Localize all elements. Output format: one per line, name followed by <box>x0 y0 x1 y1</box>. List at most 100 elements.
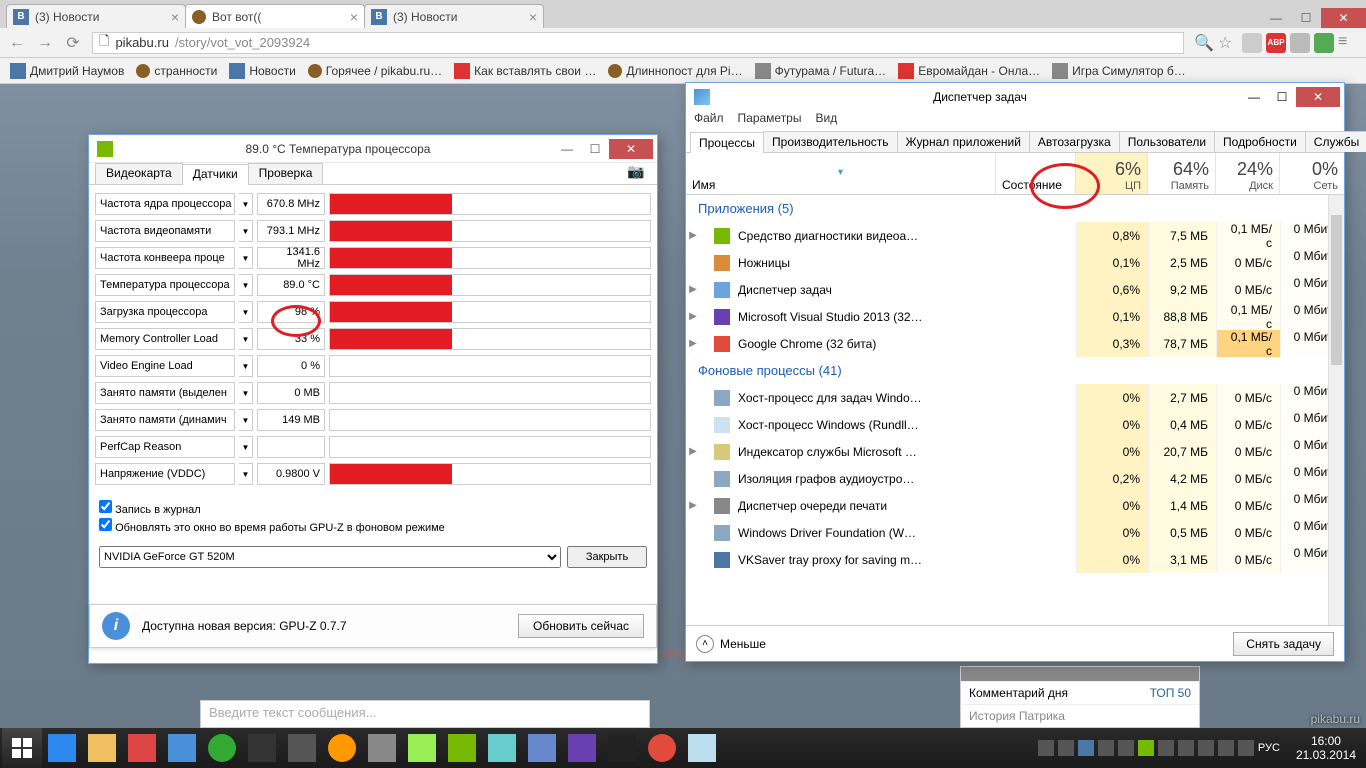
expand-icon[interactable]: ▶ <box>686 284 700 295</box>
reload-button[interactable]: ⟳ <box>64 34 82 52</box>
bookmark-item[interactable]: Футурама / Futura… <box>751 61 891 81</box>
message-input[interactable]: Введите текст сообщения... <box>200 700 650 728</box>
chevron-down-icon[interactable]: ▼ <box>239 328 253 350</box>
extension-icon[interactable] <box>1242 33 1262 53</box>
taskbar-app[interactable] <box>282 728 322 768</box>
bookmark-star-icon[interactable]: ☆ <box>1218 33 1238 53</box>
process-row[interactable]: ▶ Microsoft Visual Studio 2013 (32… 0,1%… <box>686 303 1344 330</box>
tm-titlebar[interactable]: Диспетчер задач — ☐ ✕ <box>686 83 1344 111</box>
tm-tab[interactable]: Пользователи <box>1119 131 1215 152</box>
close-button[interactable]: Закрыть <box>567 546 647 568</box>
gpuz-titlebar[interactable]: 89.0 °C Температура процессора — ☐ ✕ <box>89 135 657 163</box>
taskbar-aimp[interactable] <box>322 728 362 768</box>
start-button[interactable] <box>2 728 42 768</box>
taskbar-explorer[interactable] <box>82 728 122 768</box>
menu-view[interactable]: Вид <box>815 111 837 131</box>
expand-icon[interactable]: ▶ <box>686 311 700 322</box>
end-task-button[interactable]: Снять задачу <box>1233 632 1334 656</box>
taskbar-app[interactable] <box>122 728 162 768</box>
taskbar-app[interactable] <box>162 728 202 768</box>
tm-tab[interactable]: Подробности <box>1214 131 1306 152</box>
chevron-down-icon[interactable]: ▼ <box>239 382 253 404</box>
process-row[interactable]: VKSaver tray proxy for saving m… 0% 3,1 … <box>686 546 1344 573</box>
tm-tab[interactable]: Службы <box>1305 131 1366 152</box>
tray-icon[interactable] <box>1178 740 1194 756</box>
forward-button[interactable]: → <box>36 34 54 52</box>
col-state[interactable]: Состояние <box>996 153 1076 194</box>
tray-icon[interactable] <box>1158 740 1174 756</box>
taskbar-app[interactable] <box>362 728 402 768</box>
expand-icon[interactable]: ▶ <box>686 500 700 511</box>
col-memory[interactable]: 64% Память <box>1148 153 1216 194</box>
chevron-down-icon[interactable]: ▼ <box>239 463 253 485</box>
close-icon[interactable]: × <box>350 9 358 25</box>
language-indicator[interactable]: РУС <box>1258 742 1280 754</box>
taskbar-app[interactable] <box>482 728 522 768</box>
tm-tab[interactable]: Автозагрузка <box>1029 131 1120 152</box>
close-button[interactable]: ✕ <box>609 139 653 159</box>
tray-icon[interactable] <box>1078 740 1094 756</box>
bookmark-item[interactable]: Как вставлять свои … <box>450 61 600 81</box>
col-cpu[interactable]: 6% ЦП <box>1076 153 1148 194</box>
chevron-down-icon[interactable]: ▼ <box>239 436 253 458</box>
bookmark-item[interactable]: странности <box>132 62 221 80</box>
col-disk[interactable]: 24% Диск <box>1216 153 1280 194</box>
expand-icon[interactable]: ▶ <box>686 230 700 241</box>
close-button[interactable]: ✕ <box>1321 8 1366 28</box>
browser-tab[interactable]: B (3) Новости × <box>6 4 186 28</box>
chevron-down-icon[interactable]: ▼ <box>239 193 253 215</box>
col-network[interactable]: 0% Сеть <box>1280 153 1344 194</box>
process-row[interactable]: Изоляция графов аудиоустро… 0,2% 4,2 МБ … <box>686 465 1344 492</box>
chevron-down-icon[interactable]: ▼ <box>239 274 253 296</box>
minimize-button[interactable]: — <box>1261 8 1291 28</box>
process-row[interactable]: Хост-процесс Windows (Rundll… 0% 0,4 МБ … <box>686 411 1344 438</box>
process-row[interactable]: ▶ Индексатор службы Microsoft … 0% 20,7 … <box>686 438 1344 465</box>
browser-tab[interactable]: Вот вот(( × <box>185 4 365 28</box>
close-icon[interactable]: × <box>529 9 537 25</box>
refresh-bg-checkbox[interactable]: Обновлять это окно во время работы GPU-Z… <box>99 518 647 534</box>
bookmark-item[interactable]: Евромайдан - Онла… <box>894 61 1044 81</box>
minimize-button[interactable]: — <box>1240 87 1268 107</box>
menu-file[interactable]: Файл <box>694 111 724 131</box>
process-row[interactable]: Ножницы 0,1% 2,5 МБ 0 МБ/с 0 Мбит/с <box>686 249 1344 276</box>
tray-icon[interactable] <box>1138 740 1154 756</box>
process-row[interactable]: ▶ Диспетчер очереди печати 0% 1,4 МБ 0 М… <box>686 492 1344 519</box>
taskbar-app[interactable] <box>522 728 562 768</box>
tray-icon[interactable] <box>1238 740 1254 756</box>
process-row[interactable]: ▶ Средство диагностики видеоа… 0,8% 7,5 … <box>686 222 1344 249</box>
taskbar-app[interactable] <box>602 728 642 768</box>
tray-icon[interactable] <box>1198 740 1214 756</box>
browser-tab[interactable]: B (3) Новости × <box>364 4 544 28</box>
minimize-button[interactable]: — <box>553 139 581 159</box>
tray-icon[interactable] <box>1098 740 1114 756</box>
process-row[interactable]: Windows Driver Foundation (W… 0% 0,5 МБ … <box>686 519 1344 546</box>
taskbar-app[interactable] <box>242 728 282 768</box>
scrollbar[interactable] <box>1328 195 1344 625</box>
menu-icon[interactable]: ≡ <box>1338 33 1358 53</box>
menu-options[interactable]: Параметры <box>738 111 802 131</box>
maximize-button[interactable]: ☐ <box>581 139 609 159</box>
col-name[interactable]: ▾ Имя <box>686 153 996 194</box>
bookmark-item[interactable]: Новости <box>225 61 299 81</box>
tray-icon[interactable] <box>1218 740 1234 756</box>
taskbar-vs[interactable] <box>562 728 602 768</box>
close-icon[interactable]: × <box>171 9 179 25</box>
log-checkbox[interactable]: Запись в журнал <box>99 500 647 516</box>
tm-tab[interactable]: Производительность <box>763 131 897 152</box>
tm-tab[interactable]: Процессы <box>690 132 764 153</box>
chevron-down-icon[interactable]: ▼ <box>239 247 253 269</box>
tray-icon[interactable] <box>1038 740 1054 756</box>
tab-validation[interactable]: Проверка <box>248 163 324 184</box>
process-row[interactable]: ▶ Google Chrome (32 бита) 0,3% 78,7 МБ 0… <box>686 330 1344 357</box>
bookmark-item[interactable]: Игра Симулятор б… <box>1048 61 1190 81</box>
taskbar-utorrent[interactable] <box>202 728 242 768</box>
process-row[interactable]: Хост-процесс для задач Windo… 0% 2,7 МБ … <box>686 384 1344 411</box>
tab-sensors[interactable]: Датчики <box>182 164 249 185</box>
chevron-down-icon[interactable]: ▼ <box>239 301 253 323</box>
extension-icon[interactable] <box>1314 33 1334 53</box>
fewer-details-button[interactable]: ˄ Меньше <box>696 635 766 653</box>
taskbar-app[interactable] <box>442 728 482 768</box>
close-button[interactable]: ✕ <box>1296 87 1340 107</box>
screenshot-icon[interactable]: 📷 <box>627 163 651 184</box>
bookmark-item[interactable]: Дмитрий Наумов <box>6 61 128 81</box>
